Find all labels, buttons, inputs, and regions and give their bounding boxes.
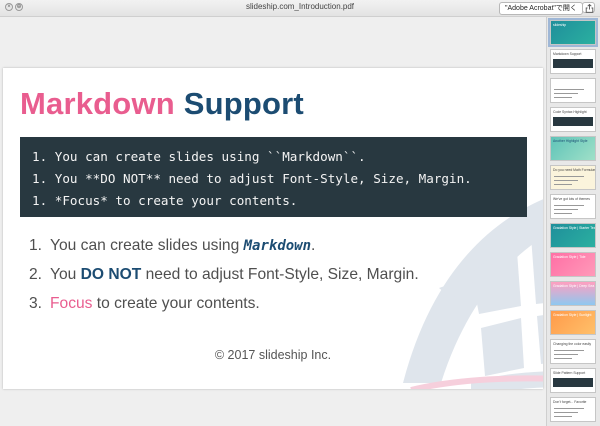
- thumbnail-label: Gradation Style | Starter Team: [553, 226, 596, 230]
- markdown-code-block: 1. You can create slides using ``Markdow…: [20, 137, 527, 217]
- page-thumbnail[interactable]: Gradation Style | Tide: [550, 252, 596, 277]
- page-thumbnail[interactable]: Slide Pattern Support: [550, 368, 596, 393]
- page-thumbnail[interactable]: Do you need Math Formulas?: [550, 165, 596, 190]
- thumbnail-code-block: [553, 117, 593, 126]
- slide-title-markdown: Markdown: [20, 86, 175, 121]
- thumbnail-text-line: [554, 358, 572, 359]
- list-text: You: [50, 266, 81, 283]
- code-line: 1. You can create slides using ``Markdow…: [32, 149, 366, 164]
- thumbnail-label: Another Highlight Style: [553, 139, 588, 143]
- pdf-viewer[interactable]: Markdown Support 1. You can create slide…: [0, 17, 546, 426]
- thumbnail-code-block: [553, 59, 593, 68]
- thumbnail-text-line: [554, 97, 572, 98]
- focus-text: Focus: [50, 295, 93, 312]
- list-text: need to adjust Font-Style, Size, Margin.: [141, 266, 419, 283]
- thumbnail-text-line: [554, 354, 578, 355]
- thumbnail-text-line: [554, 93, 578, 94]
- thumbnail-label: Markdown Support: [553, 52, 582, 56]
- slide-page: Markdown Support 1. You can create slide…: [3, 68, 543, 389]
- thumbnail-sidebar[interactable]: slideship Markdown Support Code Syntax Hig…: [546, 17, 600, 426]
- page-thumbnail[interactable]: Gradation Style | Sunlight: [550, 310, 596, 335]
- page-thumbnail[interactable]: Gradation Style | Deep Sea: [550, 281, 596, 306]
- slide-title: Markdown Support: [20, 86, 304, 122]
- thumbnail-text-line: [554, 416, 572, 417]
- thumbnail-text-line: [554, 176, 584, 177]
- list-item: 2. You DO NOT need to adjust Font-Style, …: [29, 263, 419, 292]
- thumbnail-code-block: [553, 378, 593, 387]
- thumbnail-label: Do you need Math Formulas?: [553, 168, 596, 172]
- thumbnail-text-line: [554, 213, 572, 214]
- list-item: 3. Focus to create your contents.: [29, 292, 419, 321]
- thumbnail-label: Gradation Style | Sunlight: [553, 313, 592, 317]
- thumbnail-text-line: [554, 209, 578, 210]
- page-thumbnail[interactable]: slideship: [548, 18, 598, 47]
- open-in-acrobat-button[interactable]: "Adobe Acrobat"で開く: [499, 2, 583, 15]
- window-titlebar: × ⊕ slideship.com_Introduction.pdf "Adob…: [0, 0, 600, 17]
- thumbnail-text-line: [554, 89, 584, 90]
- thumbnail-label: Slide Pattern Support: [553, 371, 586, 375]
- list-text: to create your contents.: [92, 295, 260, 312]
- share-icon: [585, 4, 594, 13]
- bold-text: DO NOT: [80, 266, 142, 283]
- code-line: 1. You **DO NOT** need to adjust Font-St…: [32, 171, 472, 186]
- page-thumbnail[interactable]: Gradation Style | Starter Team: [550, 223, 596, 248]
- thumbnail-label: slideship: [553, 23, 567, 27]
- list-number: 2.: [29, 266, 43, 283]
- list-number: 1.: [29, 237, 43, 254]
- thumbnail-label: Don't forget... Favorite: [553, 400, 587, 404]
- share-button[interactable]: [582, 2, 595, 13]
- thumbnail-label: Gradation Style | Deep Sea: [553, 284, 595, 288]
- thumbnail-text-line: [554, 350, 584, 351]
- page-thumbnail[interactable]: We've got lots of themes: [550, 194, 596, 219]
- code-line: 1. *Focus* to create your contents.: [32, 193, 298, 208]
- thumbnail-text-line: [554, 205, 584, 206]
- thumbnail-text-line: [554, 408, 584, 409]
- thumbnail-label: Code Syntax Highlight: [553, 110, 587, 114]
- thumbnail-label: Gradation Style | Tide: [553, 255, 586, 259]
- thumbnail-label: We've got lots of themes: [553, 197, 590, 201]
- thumbnail-label: Changing the color easily: [553, 342, 592, 346]
- slide-title-support: Support: [183, 86, 304, 121]
- rendered-list: 1. You can create slides using Markdown. …: [29, 234, 419, 321]
- page-thumbnail[interactable]: Code Syntax Highlight: [550, 107, 596, 132]
- page-thumbnail[interactable]: Another Highlight Style: [550, 136, 596, 161]
- inline-code: Markdown: [243, 238, 312, 254]
- page-thumbnail[interactable]: Changing the color easily: [550, 339, 596, 364]
- list-text: .: [311, 237, 316, 254]
- page-thumbnail[interactable]: Markdown Support: [550, 49, 596, 74]
- page-thumbnail[interactable]: Don't forget... Favorite: [550, 397, 596, 422]
- list-item: 1. You can create slides using Markdown.: [29, 234, 419, 263]
- thumbnail-text-line: [554, 412, 578, 413]
- thumbnail-text-line: [554, 180, 578, 181]
- copyright-footer: © 2017 slideship Inc.: [214, 348, 332, 362]
- page-thumbnail[interactable]: [550, 78, 596, 103]
- list-text: You can create slides using: [50, 237, 244, 254]
- list-number: 3.: [29, 295, 43, 312]
- thumbnail-text-line: [554, 184, 572, 185]
